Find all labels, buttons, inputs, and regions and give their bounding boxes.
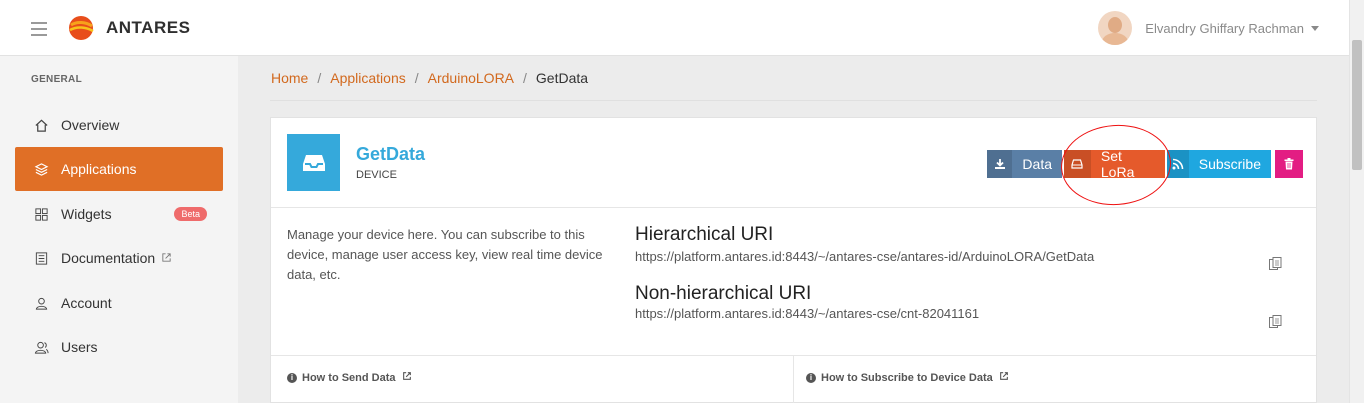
- external-link-icon: [999, 371, 1009, 384]
- trash-icon: [1284, 158, 1294, 170]
- copy-icon[interactable]: [1269, 315, 1282, 334]
- hierarchical-uri-value[interactable]: https://platform.antares.id:8443/~/antar…: [635, 249, 1094, 264]
- delete-button[interactable]: [1275, 150, 1303, 178]
- how-to-send-data-label: How to Send Data: [302, 371, 396, 384]
- sidebar-item-overview[interactable]: Overview: [15, 103, 223, 147]
- app-name[interactable]: ANTARES: [106, 18, 190, 38]
- page-scrollbar[interactable]: [1349, 0, 1364, 403]
- sidebar-item-account[interactable]: Account: [15, 281, 223, 325]
- external-link-icon: [402, 371, 412, 384]
- breadcrumb-current: GetData: [535, 70, 589, 86]
- download-icon: [987, 150, 1013, 178]
- scrollbar-thumb[interactable]: [1352, 40, 1362, 170]
- breadcrumb-separator: /: [523, 70, 527, 86]
- how-to-send-data-link[interactable]: i How to Send Data: [287, 371, 412, 384]
- sidebar-item-label: Users: [61, 339, 98, 355]
- footer-column-divider: [793, 355, 794, 403]
- top-bar: ANTARES Elvandry Ghiffary Rachman: [0, 0, 1349, 56]
- how-to-subscribe-label: How to Subscribe to Device Data: [821, 371, 993, 384]
- layers-icon: [33, 161, 49, 177]
- users-icon: [33, 339, 49, 355]
- panel-divider: [271, 207, 1316, 208]
- sidebar-item-applications[interactable]: Applications: [15, 147, 223, 191]
- subscribe-button[interactable]: Subscribe: [1167, 150, 1271, 178]
- home-icon: [33, 117, 49, 133]
- data-button[interactable]: Data: [987, 150, 1062, 178]
- sidebar-item-users[interactable]: Users: [15, 325, 223, 369]
- sidebar-item-label: Account: [61, 295, 112, 311]
- red-annotation-circle: [1058, 121, 1174, 209]
- sidebar-item-label: Documentation: [61, 250, 156, 266]
- breadcrumb: Home / Applications / ArduinoLORA / GetD…: [271, 70, 588, 86]
- breadcrumb-separator: /: [414, 70, 419, 86]
- copy-icon[interactable]: [1269, 257, 1282, 276]
- hamburger-menu-icon[interactable]: [31, 22, 47, 36]
- info-icon: i: [806, 372, 816, 383]
- hierarchical-uri-title: Hierarchical URI: [635, 224, 774, 245]
- subscribe-button-label: Subscribe: [1198, 156, 1261, 172]
- inbox-icon: [287, 134, 340, 191]
- grid-icon: [33, 206, 49, 222]
- sidebar-item-widgets[interactable]: Widgets Beta: [15, 192, 223, 236]
- sidebar-item-label: Applications: [61, 161, 137, 177]
- data-button-label: Data: [1022, 156, 1052, 172]
- device-title: GetData: [356, 144, 426, 164]
- user-menu[interactable]: Elvandry Ghiffary Rachman: [1098, 11, 1319, 45]
- sidebar-section-title: GENERAL: [31, 74, 82, 85]
- how-to-subscribe-link[interactable]: i How to Subscribe to Device Data: [806, 371, 1009, 384]
- book-icon: [33, 250, 49, 266]
- breadcrumb-app[interactable]: ArduinoLORA: [428, 70, 514, 86]
- user-name[interactable]: Elvandry Ghiffary Rachman: [1145, 21, 1304, 36]
- breadcrumb-home[interactable]: Home: [271, 70, 308, 86]
- device-type: DEVICE: [356, 169, 397, 181]
- avatar[interactable]: [1098, 11, 1133, 45]
- device-panel: GetData DEVICE Data Set LoRa Subscribe M…: [270, 117, 1317, 403]
- non-hierarchical-uri-value[interactable]: https://platform.antares.id:8443/~/antar…: [635, 306, 979, 321]
- non-hierarchical-uri-title: Non-hierarchical URI: [635, 283, 812, 304]
- beta-badge: Beta: [174, 207, 207, 221]
- sidebar-item-label: Overview: [61, 117, 120, 133]
- breadcrumb-divider: [270, 100, 1317, 101]
- sidebar-item-label: Widgets: [61, 206, 112, 222]
- info-icon: i: [287, 372, 297, 383]
- breadcrumb-separator: /: [317, 70, 322, 86]
- sidebar: GENERAL Overview Applications Widgets Be…: [0, 56, 238, 403]
- external-link-icon: [161, 250, 172, 266]
- user-icon: [33, 295, 49, 311]
- breadcrumb-applications[interactable]: Applications: [330, 70, 406, 86]
- antares-logo-icon[interactable]: [68, 15, 94, 41]
- chevron-down-icon[interactable]: [1311, 25, 1319, 31]
- device-description: Manage your device here. You can subscri…: [287, 227, 603, 282]
- sidebar-item-documentation[interactable]: Documentation: [15, 236, 223, 280]
